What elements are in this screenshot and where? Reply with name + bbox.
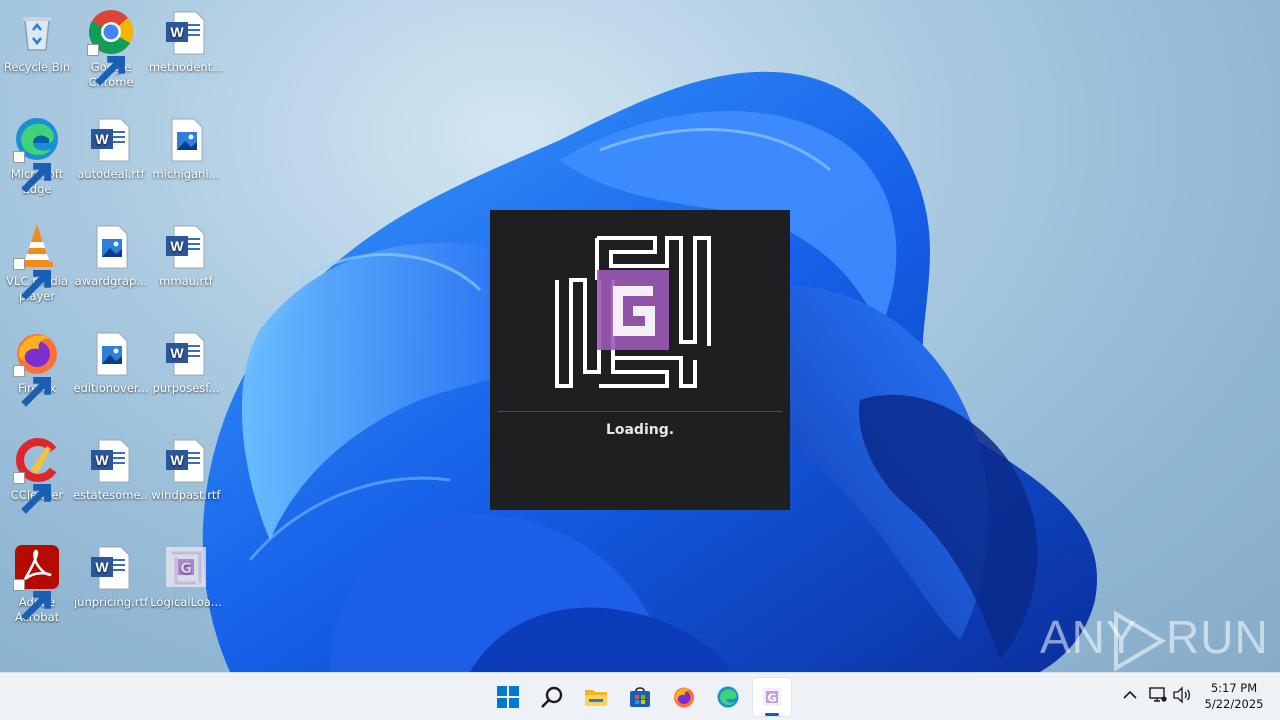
word-document-icon: W bbox=[87, 436, 135, 484]
active-app-indicator bbox=[765, 713, 779, 716]
desktop-icon-label: purposesf... bbox=[152, 381, 220, 395]
play-logo-icon bbox=[1114, 610, 1166, 672]
shortcut-arrow-icon bbox=[13, 151, 51, 193]
shortcut-arrow-icon bbox=[13, 258, 51, 300]
svg-text:W: W bbox=[95, 131, 109, 147]
firefox-icon bbox=[13, 329, 61, 407]
taskbar-clock[interactable]: 5:17 PM 5/22/2025 bbox=[1196, 680, 1272, 712]
desktop-icon-label: LogicalLoa... bbox=[150, 595, 222, 609]
desktop-icon-windpast[interactable]: W windpast.rtf bbox=[148, 436, 224, 503]
desktop-icon-label: autodeal.rtf bbox=[77, 167, 145, 181]
svg-text:W: W bbox=[170, 452, 184, 468]
desktop-icon-label: michiganl... bbox=[152, 167, 220, 181]
word-document-icon: W bbox=[87, 115, 135, 163]
vlc-icon bbox=[13, 222, 61, 300]
recycle-bin-icon bbox=[13, 8, 61, 56]
desktop-icon-label: methodent... bbox=[148, 60, 224, 74]
desktop-icon-microsoft-edge[interactable]: Microsoft Edge bbox=[0, 115, 75, 197]
desktop-icon-ccleaner[interactable]: CCleaner bbox=[0, 436, 75, 514]
svg-text:W: W bbox=[170, 345, 184, 361]
logicalloader-maze-logo bbox=[555, 236, 711, 388]
desktop-icon-junpricing[interactable]: W junpricing.rtf bbox=[73, 543, 149, 610]
word-document-icon: W bbox=[162, 329, 210, 377]
shortcut-arrow-icon bbox=[87, 44, 125, 86]
chevron-up-icon bbox=[1123, 690, 1137, 699]
clock-date: 5/22/2025 bbox=[1204, 697, 1264, 711]
desktop-icon-label: estatesome... bbox=[73, 488, 149, 502]
tray-network-button[interactable] bbox=[1148, 685, 1168, 705]
logicalloader-app-icon: G bbox=[763, 688, 781, 706]
loader-separator bbox=[498, 411, 782, 412]
desktop-icon-label: junpricing.rtf bbox=[73, 595, 149, 609]
acrobat-icon bbox=[13, 543, 61, 621]
desktop-icon-michiganl[interactable]: michiganl... bbox=[148, 115, 224, 182]
windows-start-icon bbox=[497, 686, 519, 708]
svg-text:W: W bbox=[170, 238, 184, 254]
taskbar-start-button[interactable] bbox=[488, 677, 528, 717]
firefox-icon bbox=[674, 687, 694, 708]
search-icon bbox=[541, 686, 563, 708]
loading-status-text: Loading. bbox=[605, 422, 675, 438]
shortcut-arrow-icon bbox=[13, 579, 51, 621]
desktop-icon-label: editionover... bbox=[73, 381, 149, 395]
network-icon bbox=[1149, 687, 1167, 702]
ccleaner-icon bbox=[13, 436, 61, 514]
desktop-icon-adobe-acrobat[interactable]: Adobe Acrobat bbox=[0, 543, 75, 625]
desktop-icon-estatesome[interactable]: W estatesome... bbox=[73, 436, 149, 503]
desktop-icon-editionover[interactable]: editionover... bbox=[73, 329, 149, 396]
taskbar-store-button[interactable] bbox=[620, 677, 660, 717]
svg-text:W: W bbox=[95, 559, 109, 575]
clock-time: 5:17 PM bbox=[1210, 681, 1258, 695]
taskbar-logicalloader-button[interactable]: G bbox=[752, 677, 792, 717]
desktop-icon-label: Recycle Bin bbox=[3, 60, 71, 74]
taskbar-firefox-button[interactable] bbox=[664, 677, 704, 717]
logicalloader-app-icon: G bbox=[162, 543, 210, 591]
image-file-icon bbox=[87, 329, 135, 377]
speaker-icon bbox=[1173, 686, 1191, 704]
taskbar-edge-button[interactable] bbox=[708, 677, 748, 717]
word-document-icon: W bbox=[162, 8, 210, 56]
desktop-icon-mmau[interactable]: W mmau.rtf bbox=[148, 222, 224, 289]
desktop-icon-label: awardgrap... bbox=[74, 274, 148, 288]
desktop-icon-firefox[interactable]: Firefox bbox=[0, 329, 75, 407]
taskbar-search-button[interactable] bbox=[532, 677, 572, 717]
tray-volume-button[interactable] bbox=[1172, 685, 1192, 705]
desktop-icon-label: windpast.rtf bbox=[151, 488, 221, 502]
svg-text:W: W bbox=[95, 452, 109, 468]
store-icon bbox=[630, 687, 650, 707]
desktop-icon-recycle-bin[interactable]: Recycle Bin bbox=[0, 8, 75, 75]
svg-text:G: G bbox=[180, 561, 192, 577]
desktop-icon-methodent[interactable]: W methodent... bbox=[148, 8, 224, 75]
edge-icon bbox=[717, 686, 739, 708]
chrome-icon bbox=[87, 8, 135, 86]
watermark-text-run: RUN bbox=[1166, 611, 1269, 663]
taskbar: G bbox=[0, 672, 1280, 720]
image-file-icon bbox=[162, 115, 210, 163]
anyrun-watermark: ANY RUN bbox=[1040, 610, 1268, 672]
desktop-icon-google-chrome[interactable]: Google Chrome bbox=[73, 8, 149, 90]
word-document-icon: W bbox=[162, 222, 210, 270]
taskbar-file-explorer-button[interactable] bbox=[576, 677, 616, 717]
desktop-icon-autodeal[interactable]: W autodeal.rtf bbox=[73, 115, 149, 182]
image-file-icon bbox=[87, 222, 135, 270]
tray-overflow-button[interactable] bbox=[1120, 685, 1140, 705]
edge-icon bbox=[13, 115, 61, 193]
word-document-icon: W bbox=[87, 543, 135, 591]
desktop-icon-logicalloader[interactable]: G LogicalLoa... bbox=[148, 543, 224, 610]
svg-text:G: G bbox=[767, 692, 776, 705]
shortcut-arrow-icon bbox=[13, 472, 51, 514]
desktop-icon-label: mmau.rtf bbox=[159, 274, 213, 288]
shortcut-arrow-icon bbox=[13, 365, 51, 407]
desktop-icon-vlc[interactable]: VLC media player bbox=[0, 222, 75, 304]
svg-text:W: W bbox=[170, 24, 184, 40]
folder-icon bbox=[585, 690, 607, 706]
desktop-icon-purposesf[interactable]: W purposesf... bbox=[148, 329, 224, 396]
desktop-icon-awardgrap[interactable]: awardgrap... bbox=[73, 222, 149, 289]
word-document-icon: W bbox=[162, 436, 210, 484]
